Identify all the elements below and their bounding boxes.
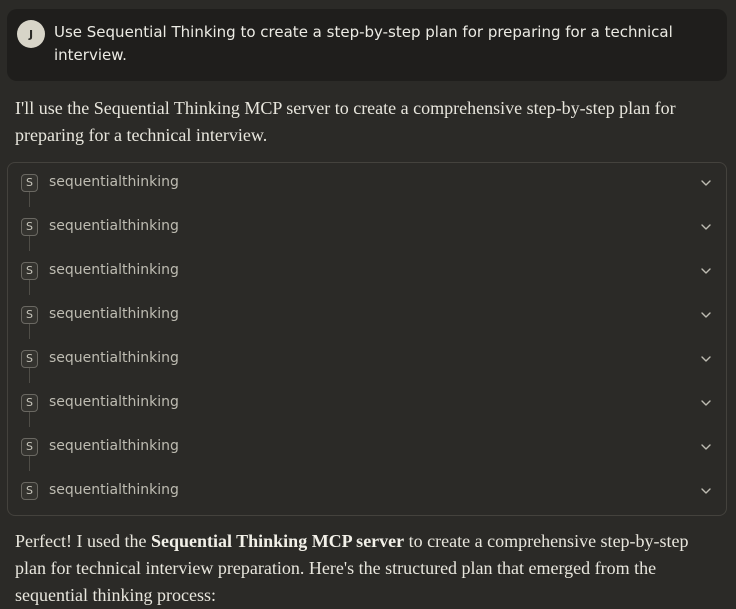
user-avatar[interactable]: J: [17, 20, 45, 48]
tool-badge: S: [21, 482, 38, 500]
tool-badge: S: [21, 262, 38, 280]
summary-bold: Sequential Thinking MCP server: [150, 531, 405, 551]
chevron-down-icon[interactable]: [700, 177, 712, 189]
chevron-down-icon[interactable]: [700, 309, 712, 321]
summary-lead: Perfect! I used the: [15, 531, 151, 551]
tool-call-row[interactable]: S sequentialthinking: [8, 169, 726, 201]
tool-calls-panel: S sequentialthinking S sequentialthinkin…: [7, 162, 727, 516]
tool-badge: S: [21, 350, 38, 368]
tool-name: sequentialthinking: [49, 306, 179, 322]
tool-call-row[interactable]: S sequentialthinking: [8, 477, 726, 509]
chevron-down-icon[interactable]: [700, 397, 712, 409]
tool-name: sequentialthinking: [49, 482, 179, 498]
tool-badge: S: [21, 438, 38, 456]
tool-name: sequentialthinking: [49, 262, 179, 278]
tool-name: sequentialthinking: [49, 174, 179, 190]
tool-name: sequentialthinking: [49, 438, 179, 454]
chevron-down-icon[interactable]: [700, 485, 712, 497]
tool-name: sequentialthinking: [49, 394, 179, 410]
tool-call-row[interactable]: S sequentialthinking: [8, 257, 726, 289]
tool-badge: S: [21, 394, 38, 412]
user-message: J Use Sequential Thinking to create a st…: [7, 9, 727, 81]
tool-name: sequentialthinking: [49, 350, 179, 366]
tool-call-row[interactable]: S sequentialthinking: [8, 433, 726, 465]
user-message-text: Use Sequential Thinking to create a step…: [54, 23, 673, 64]
chevron-down-icon[interactable]: [700, 353, 712, 365]
chevron-down-icon[interactable]: [700, 441, 712, 453]
tool-badge: S: [21, 218, 38, 236]
tool-badge: S: [21, 174, 38, 192]
tool-name: sequentialthinking: [49, 218, 179, 234]
tool-call-row[interactable]: S sequentialthinking: [8, 345, 726, 377]
tool-call-row[interactable]: S sequentialthinking: [8, 389, 726, 421]
tool-badge: S: [21, 306, 38, 324]
tool-call-row[interactable]: S sequentialthinking: [8, 213, 726, 245]
chevron-down-icon[interactable]: [700, 221, 712, 233]
chevron-down-icon[interactable]: [700, 265, 712, 277]
assistant-intro-text: I'll use the Sequential Thinking MCP ser…: [15, 98, 676, 145]
tool-call-row[interactable]: S sequentialthinking: [8, 301, 726, 333]
assistant-summary-text: Perfect! I used the Sequential Thinking …: [15, 528, 715, 609]
